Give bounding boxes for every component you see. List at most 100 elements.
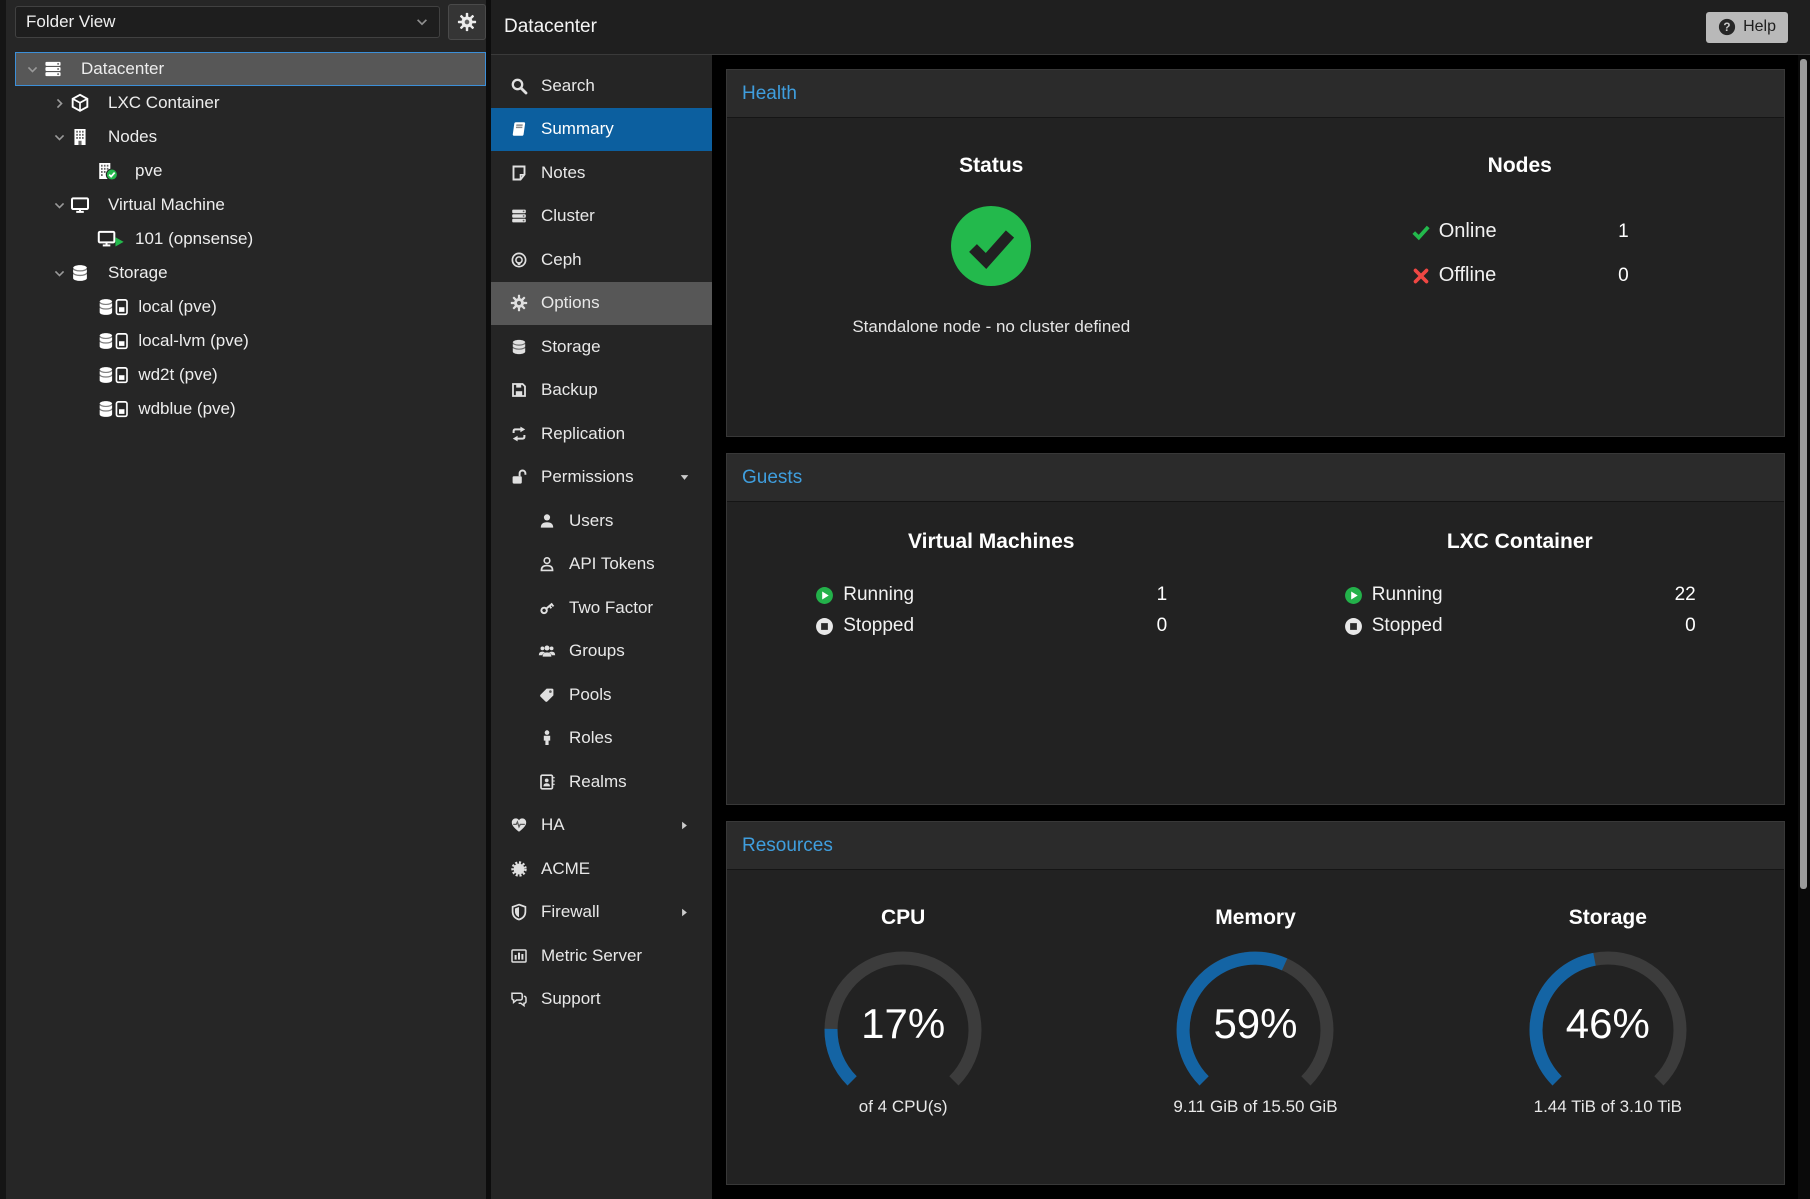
- menu-item-acme[interactable]: ACME: [491, 847, 712, 891]
- tree-item-nodes[interactable]: Nodes: [15, 120, 486, 154]
- gauge-sublabel: 1.44 TiB of 3.10 TiB: [1432, 1097, 1784, 1117]
- heartbeat-icon: [508, 816, 530, 834]
- tree-item-datacenter[interactable]: Datacenter: [15, 52, 486, 86]
- health-status-column: Status Standalone node - no cluster defi…: [727, 118, 1256, 436]
- cpu-gauge: 17%: [808, 942, 998, 1095]
- status-heading: Status: [727, 154, 1256, 178]
- tree-settings-button[interactable]: [448, 4, 486, 40]
- offline-x-icon: [1411, 266, 1431, 286]
- menu-item-permissions[interactable]: Permissions: [491, 456, 712, 500]
- menu-item-realms[interactable]: Realms: [491, 760, 712, 804]
- caret-right-icon: [679, 907, 690, 918]
- comments-icon: [508, 990, 530, 1008]
- tag-icon: [536, 686, 558, 704]
- tree-item-label: wdblue (pve): [138, 399, 235, 419]
- menu-item-two-factor[interactable]: Two Factor: [491, 586, 712, 630]
- menu-item-roles[interactable]: Roles: [491, 717, 712, 761]
- menu-item-firewall[interactable]: Firewall: [491, 891, 712, 935]
- menu-item-storage[interactable]: Storage: [491, 325, 712, 369]
- menu-item-label: Options: [541, 293, 600, 313]
- menu-item-label: Backup: [541, 380, 598, 400]
- ceph-icon: [508, 251, 530, 269]
- stopped-icon: [1344, 617, 1363, 636]
- vertical-scrollbar-thumb[interactable]: [1800, 59, 1807, 889]
- user-outline-icon: [536, 555, 558, 573]
- chevron-down-icon: [415, 15, 429, 29]
- guests-vm-column: Virtual Machines Running 1 Stopped: [727, 502, 1256, 804]
- nodes-heading: Nodes: [1256, 154, 1785, 178]
- tree-item-label: Storage: [108, 263, 168, 283]
- caret-down-icon: [679, 472, 690, 483]
- book-icon: [508, 120, 530, 138]
- chevron-right-icon[interactable]: [48, 97, 70, 110]
- menu-item-support[interactable]: Support: [491, 978, 712, 1022]
- nodes-offline-row: Offline 0: [1411, 264, 1629, 287]
- view-mode-value: Folder View: [26, 12, 115, 32]
- tree-item-lxc-container[interactable]: LXC Container: [15, 86, 486, 120]
- tree-item-101-opnsense[interactable]: 101 (opnsense): [15, 222, 486, 256]
- gear-icon: [457, 12, 477, 32]
- menu-item-label: Support: [541, 989, 601, 1009]
- vm-stopped-value: 0: [1157, 615, 1168, 637]
- tree-item-label: Virtual Machine: [108, 195, 225, 215]
- menu-item-search[interactable]: Search: [491, 64, 712, 108]
- chevron-down-icon[interactable]: [21, 63, 43, 76]
- menu-item-api-tokens[interactable]: API Tokens: [491, 543, 712, 587]
- menu-item-ha[interactable]: HA: [491, 804, 712, 848]
- tree-item-wdblue-pve[interactable]: wdblue (pve): [15, 392, 486, 426]
- lxc-stopped-value: 0: [1685, 615, 1696, 637]
- tree-item-local-lvm-pve[interactable]: local-lvm (pve): [15, 324, 486, 358]
- unlock-icon: [508, 468, 530, 486]
- offline-value: 0: [1618, 265, 1629, 287]
- tree-toolbar: Folder View: [6, 0, 486, 44]
- lxc-stopped-row: Stopped 0: [1344, 615, 1696, 637]
- menu-item-ceph[interactable]: Ceph: [491, 238, 712, 282]
- menu-item-groups[interactable]: Groups: [491, 630, 712, 674]
- server-stack-icon: [43, 59, 73, 79]
- tree-item-wd2t-pve[interactable]: wd2t (pve): [15, 358, 486, 392]
- guests-panel: Guests Virtual Machines Running 1: [726, 453, 1785, 805]
- svg-text:?: ?: [1724, 21, 1731, 34]
- menu-item-label: Storage: [541, 337, 601, 357]
- tree-item-virtual-machine[interactable]: Virtual Machine: [15, 188, 486, 222]
- menu-item-label: Permissions: [541, 467, 634, 487]
- help-button-label: Help: [1743, 18, 1776, 36]
- tree-item-label: wd2t (pve): [138, 365, 217, 385]
- menu-item-metric-server[interactable]: Metric Server: [491, 934, 712, 978]
- summary-content: Health Status Standalone node - no clust…: [712, 55, 1810, 1199]
- lxc-running-label: Running: [1372, 584, 1443, 606]
- help-button[interactable]: ? Help: [1706, 12, 1788, 43]
- tree-item-pve[interactable]: pve: [15, 154, 486, 188]
- chevron-down-icon[interactable]: [48, 267, 70, 280]
- key-icon: [536, 599, 558, 617]
- content-header: Datacenter ? Help: [491, 0, 1810, 55]
- memory-gauge: 59%: [1160, 942, 1350, 1095]
- tree-item-local-pve[interactable]: local (pve): [15, 290, 486, 324]
- health-panel-header: Health: [727, 70, 1784, 118]
- menu-item-users[interactable]: Users: [491, 499, 712, 543]
- memory-heading: Memory: [1079, 906, 1431, 930]
- menu-item-label: Notes: [541, 163, 585, 183]
- view-mode-select[interactable]: Folder View: [15, 6, 440, 38]
- menu-item-summary[interactable]: Summary: [491, 108, 712, 152]
- chevron-down-icon[interactable]: [48, 131, 70, 144]
- menu-item-cluster[interactable]: Cluster: [491, 195, 712, 239]
- tree-item-label: Datacenter: [81, 59, 164, 79]
- tree-item-label: pve: [135, 161, 162, 181]
- menu-item-pools[interactable]: Pools: [491, 673, 712, 717]
- monitor-icon: [70, 195, 100, 215]
- menu-item-options[interactable]: Options: [491, 282, 712, 326]
- tree-item-label: LXC Container: [108, 93, 220, 113]
- guests-panel-title: Guests: [742, 467, 802, 489]
- health-panel-title: Health: [742, 83, 797, 105]
- tree-item-storage[interactable]: Storage: [15, 256, 486, 290]
- vertical-scrollbar-track[interactable]: [1798, 55, 1810, 1199]
- menu-item-backup[interactable]: Backup: [491, 369, 712, 413]
- building-check-icon: [97, 161, 127, 181]
- status-ok-icon: [727, 204, 1256, 293]
- user-icon: [536, 512, 558, 530]
- chevron-down-icon[interactable]: [48, 199, 70, 212]
- menu-item-notes[interactable]: Notes: [491, 151, 712, 195]
- vm-running-label: Running: [843, 584, 914, 606]
- menu-item-replication[interactable]: Replication: [491, 412, 712, 456]
